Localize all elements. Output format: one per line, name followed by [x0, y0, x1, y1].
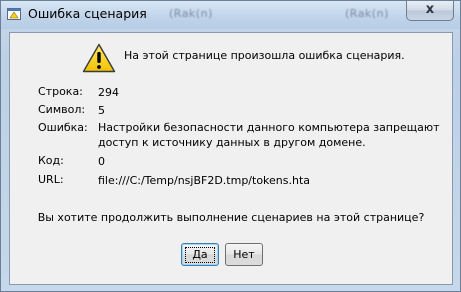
script-error-dialog: Ошибка сценария (Rak(n) (Rak(n) x На это… — [0, 0, 461, 292]
line-value: 294 — [98, 86, 119, 99]
error-message-line1: Настройки безопасности данного компьютер… — [98, 121, 440, 134]
window-title: Ошибка сценария — [28, 6, 147, 21]
error-headline: На этой странице произошла ошибка сценар… — [124, 49, 405, 62]
error-label: Ошибка: — [38, 121, 88, 134]
background-window-label: (Rak(n) — [345, 7, 389, 20]
url-label: URL: — [38, 173, 64, 186]
title-bar[interactable]: Ошибка сценария (Rak(n) (Rak(n) x — [1, 1, 460, 29]
close-icon: x — [425, 2, 435, 17]
script-error-icon — [7, 8, 21, 20]
no-button[interactable]: Нет — [225, 243, 263, 266]
char-label: Символ: — [38, 103, 86, 116]
background-window-label: (Rak(n) — [169, 7, 213, 20]
char-value: 5 — [98, 104, 105, 117]
yes-button[interactable]: Да — [181, 243, 219, 266]
continue-question: Вы хотите продолжить выполнение сценарие… — [37, 211, 425, 224]
code-label: Код: — [38, 154, 64, 167]
code-value: 0 — [98, 155, 105, 168]
url-value: file:///C:/Temp/nsjBF2D.tmp/tokens.hta — [98, 174, 311, 187]
no-button-label: Нет — [233, 248, 255, 261]
close-button[interactable]: x — [406, 1, 454, 21]
yes-button-label: Да — [185, 247, 215, 263]
line-label: Строка: — [38, 85, 83, 98]
error-message-line2: доступ к источнику данных в другом домен… — [98, 136, 366, 149]
dialog-body: На этой странице произошла ошибка сценар… — [9, 32, 453, 285]
warning-icon — [82, 43, 116, 73]
